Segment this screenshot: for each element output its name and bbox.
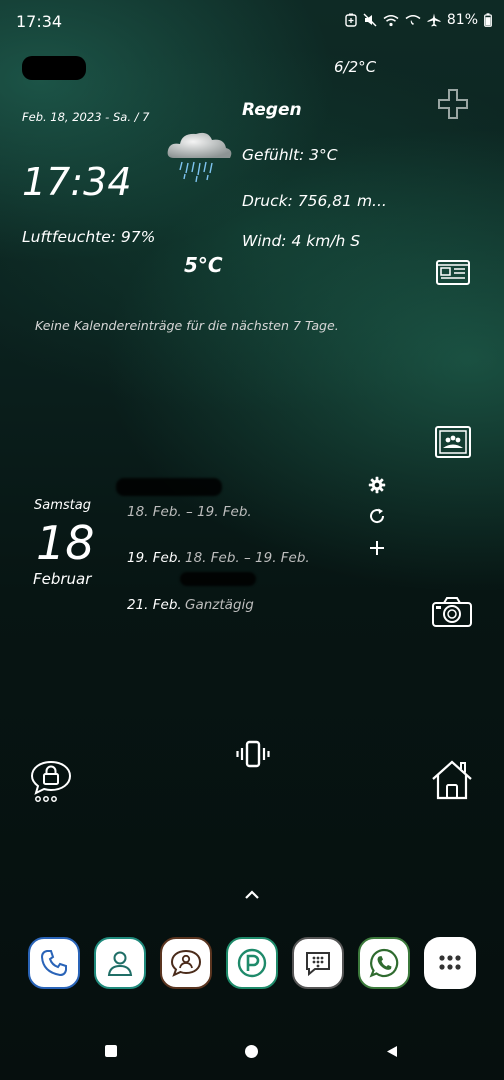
calendar-empty-notice: Keine Kalendereinträge für die nächsten …	[35, 318, 339, 333]
vibrate-icon[interactable]	[236, 740, 270, 768]
battery-label: 81%	[446, 12, 478, 28]
redacted-event-title	[116, 478, 222, 496]
bbm-icon[interactable]	[292, 937, 344, 989]
slideshow-icon[interactable]	[434, 425, 472, 459]
event-range-1[interactable]: 18. Feb. – 19. Feb.	[127, 504, 252, 520]
status-icons: 81%	[345, 12, 492, 28]
pressure: Druck: 756,81 m...	[242, 192, 387, 210]
weather-condition: Regen	[242, 100, 302, 120]
recents-icon	[105, 1045, 117, 1057]
lock-chat-icon[interactable]	[28, 758, 74, 804]
wind: Wind: 4 km/h S	[242, 232, 361, 250]
contacts-icon[interactable]	[94, 937, 146, 989]
home-nav-icon	[244, 1044, 258, 1058]
calendar-day-name: Samstag	[34, 498, 91, 513]
current-temp: 5°C	[184, 253, 223, 277]
camera-icon[interactable]	[432, 596, 472, 628]
rain-cloud-icon[interactable]	[164, 128, 236, 190]
wifi-calling-icon	[405, 14, 421, 27]
feels-like: Gefühlt: 3°C	[242, 146, 338, 164]
battery-saver-icon	[345, 13, 357, 27]
back-icon	[387, 1045, 397, 1057]
redacted-event-title-2	[180, 572, 256, 586]
temp-range: 6/2°C	[334, 58, 377, 76]
humidity: Luftfeuchte: 97%	[22, 228, 156, 246]
recents-button[interactable]	[102, 1042, 120, 1060]
chevron-up-icon[interactable]	[242, 886, 262, 904]
weather-clock[interactable]: 17:34	[22, 160, 132, 204]
redacted-location	[22, 56, 86, 80]
whatsapp-icon[interactable]	[358, 937, 410, 989]
calendar-refresh-icon[interactable]	[367, 506, 387, 526]
airplane-icon	[427, 13, 441, 27]
calendar-settings-icon[interactable]	[367, 475, 387, 495]
event-range-3[interactable]: Ganztägig	[185, 597, 254, 613]
add-icon[interactable]	[436, 87, 470, 121]
phone-icon[interactable]	[28, 937, 80, 989]
app-drawer-icon[interactable]	[424, 937, 476, 989]
home-button[interactable]	[242, 1042, 260, 1060]
event-date-3[interactable]: 21. Feb.	[127, 597, 182, 613]
news-icon[interactable]	[435, 257, 471, 287]
calendar-add-icon[interactable]	[367, 538, 387, 558]
mute-icon	[363, 13, 377, 27]
status-time: 17:34	[16, 12, 63, 31]
back-button[interactable]	[383, 1042, 401, 1060]
calendar-day-number: 18	[36, 516, 95, 570]
parking-icon[interactable]	[226, 937, 278, 989]
home-icon[interactable]	[430, 758, 474, 802]
messaging-icon[interactable]	[160, 937, 212, 989]
wifi-icon	[383, 14, 399, 27]
calendar-month: Februar	[33, 570, 92, 588]
event-range-2[interactable]: 18. Feb. – 19. Feb.	[185, 550, 310, 566]
event-date-2[interactable]: 19. Feb.	[127, 550, 182, 566]
battery-icon	[484, 13, 492, 27]
weather-date: Feb. 18, 2023 - Sa. / 7	[22, 110, 150, 124]
